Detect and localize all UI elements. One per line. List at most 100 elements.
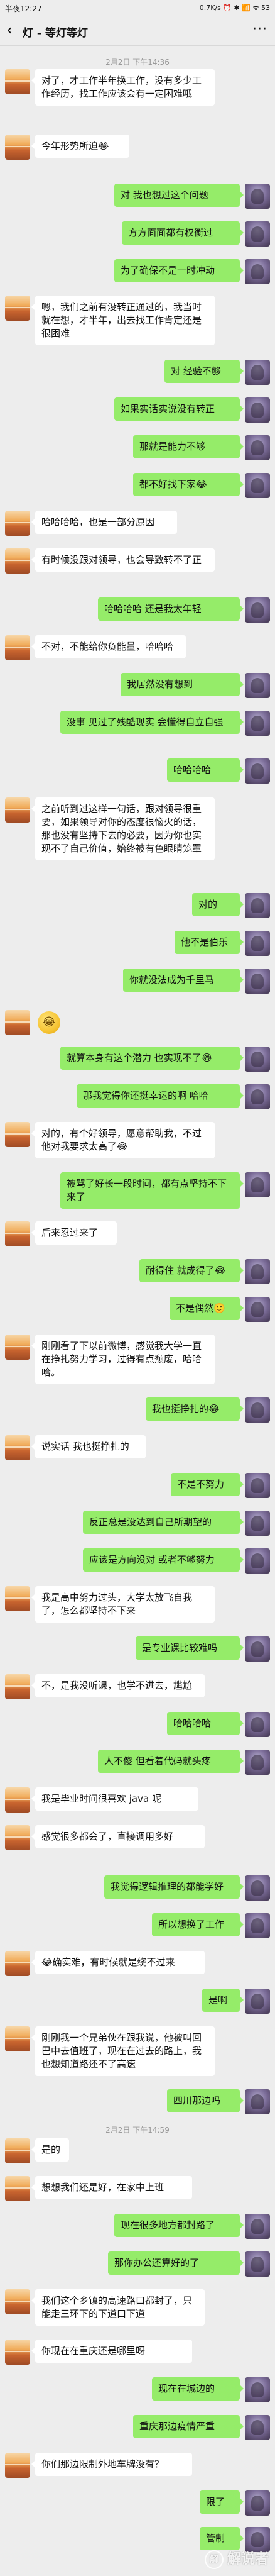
message-bubble[interactable]: 😂确实难，有时候就是绕不过来 [31, 1951, 205, 1974]
avatar[interactable] [245, 1172, 270, 1197]
message-bubble[interactable]: 哈哈哈哈 还是我太年轻 [98, 597, 244, 621]
message-bubble[interactable]: 对 经验不够 [164, 360, 244, 383]
avatar[interactable] [245, 2089, 270, 2114]
avatar[interactable] [245, 1913, 270, 1938]
avatar[interactable] [245, 1712, 270, 1737]
avatar[interactable] [245, 1397, 270, 1423]
avatar[interactable] [245, 473, 270, 498]
message-bubble[interactable]: 不是偶然🙂 [170, 1297, 244, 1320]
message-bubble[interactable]: 我觉得逻辑推理的都能学好 [104, 1875, 244, 1899]
avatar[interactable] [245, 2415, 270, 2440]
avatar[interactable] [245, 1875, 270, 1901]
emoji-sticker[interactable]: 😂 [38, 1011, 60, 1034]
message-bubble[interactable]: 被骂了好长一段时间，都有点坚持不下来了 [60, 1172, 244, 1209]
message-bubble[interactable]: 对 我也想过这个问题 [114, 184, 244, 207]
message-bubble[interactable]: 就算本身有这个潜力 也实现不了😂 [60, 1046, 244, 1070]
avatar[interactable] [245, 397, 270, 423]
message-bubble[interactable]: 今年形势所迫😂 [31, 135, 129, 158]
message-bubble[interactable]: 感觉很多都会了，直接调用多好 [31, 1825, 205, 1848]
message-bubble[interactable]: 你现在在重庆还是哪里呀 [31, 2340, 192, 2363]
avatar[interactable] [245, 2490, 270, 2516]
avatar[interactable] [245, 184, 270, 209]
message-bubble[interactable]: 是的 [31, 2138, 69, 2162]
message-bubble[interactable]: 对的，有个好领导，愿意帮助我，不过他对我要求太高了😂 [31, 1122, 215, 1158]
avatar[interactable] [245, 2377, 270, 2402]
avatar[interactable] [5, 1586, 30, 1611]
avatar[interactable] [245, 597, 270, 623]
avatar[interactable] [5, 548, 30, 574]
message-bubble[interactable]: 我居然没有想到 [121, 673, 244, 696]
message-bubble[interactable]: 哈哈哈哈 [167, 1712, 244, 1735]
message-bubble[interactable]: 之前听到过这样一句话，跟对领导很重要，如果领导对你的态度很恼火的话，那也没有坚持… [31, 797, 215, 860]
avatar[interactable] [245, 1511, 270, 1536]
avatar[interactable] [245, 1750, 270, 1775]
message-bubble[interactable]: 重庆那边疫情严重 [133, 2415, 244, 2438]
more-dots-icon[interactable]: ··· [252, 21, 267, 37]
message-bubble[interactable]: 有时候没跟对领导，也会导致转不了正 [31, 548, 215, 572]
avatar[interactable] [5, 1122, 30, 1147]
avatar[interactable] [5, 635, 30, 660]
avatar[interactable] [5, 1010, 30, 1035]
avatar[interactable] [5, 69, 30, 94]
avatar[interactable] [245, 2214, 270, 2239]
avatar[interactable] [245, 673, 270, 698]
message-bubble[interactable]: 是专业课比较难吗 [136, 1636, 244, 1660]
message-bubble[interactable]: 所以想换了工作 [152, 1913, 244, 1936]
avatar[interactable] [5, 1435, 30, 1460]
message-bubble[interactable]: 都不好找下家😂 [133, 473, 244, 496]
avatar[interactable] [5, 511, 30, 536]
chevron-left-icon[interactable]: ‹ [6, 21, 13, 39]
message-bubble[interactable]: 不，是我没听课，也学不进去，尴尬 [31, 1674, 205, 1697]
message-bubble[interactable]: 我是毕业时间很喜欢 java 呢 [31, 1787, 198, 1811]
avatar[interactable] [5, 1221, 30, 1246]
message-bubble[interactable]: 说实话 我也挺挣扎的 [31, 1435, 146, 1458]
avatar[interactable] [5, 2340, 30, 2365]
message-bubble[interactable]: 刚刚看了下以前微博，感觉我大学一直在挣扎努力学习，过得有点颓废，哈哈哈。 [31, 1335, 215, 1384]
avatar[interactable] [245, 2251, 270, 2277]
avatar[interactable] [5, 135, 30, 160]
avatar[interactable] [5, 2176, 30, 2201]
message-bubble[interactable]: 我是高中努力过头，大学太放飞自我了，怎么都坚持不下来 [31, 1586, 215, 1623]
message-bubble[interactable]: 没事 见过了残酷现实 会懂得自立自强 [60, 711, 244, 734]
avatar[interactable] [245, 1084, 270, 1109]
avatar[interactable] [5, 1951, 30, 1976]
avatar[interactable] [5, 2453, 30, 2478]
avatar[interactable] [5, 2138, 30, 2163]
message-bubble[interactable]: 那你办公还算好的了 [108, 2251, 244, 2275]
avatar[interactable] [245, 931, 270, 956]
avatar[interactable] [245, 259, 270, 284]
avatar[interactable] [245, 221, 270, 247]
message-bubble[interactable]: 那我觉得你还挺幸运的啊 哈哈 [77, 1084, 244, 1108]
message-bubble[interactable]: 嗯，我们之前有没转正通过的，我当时就在想，才半年，出去找工作肯定还是很困难 [31, 296, 215, 345]
message-bubble[interactable]: 刚刚我一个兄弟伙在跟我说，他被叫回巴中去值班了，现在在过去的路上，我也想知道路还… [31, 2026, 215, 2076]
message-bubble[interactable]: 对了，才工作半年换工作，没有多少工作经历，找工作应该会有一定困难哦 [31, 69, 215, 106]
message-bubble[interactable]: 后来忍过来了 [31, 1221, 117, 1245]
message-bubble[interactable]: 你们那边限制外地车牌没有？ [31, 2453, 192, 2476]
message-bubble[interactable]: 四川那边吗 [167, 2089, 244, 2112]
message-bubble[interactable]: 对的 [192, 893, 244, 916]
avatar[interactable] [245, 360, 270, 385]
avatar[interactable] [5, 1674, 30, 1699]
avatar[interactable] [245, 758, 270, 784]
avatar[interactable] [245, 435, 270, 460]
avatar[interactable] [245, 969, 270, 994]
avatar[interactable] [245, 1636, 270, 1662]
message-bubble[interactable]: 他不是伯乐 [175, 931, 244, 954]
avatar[interactable] [245, 893, 270, 918]
message-bubble[interactable]: 现在很多地方都封路了 [114, 2214, 244, 2237]
message-bubble[interactable]: 人不傻 但看着代码就头疼 [98, 1750, 244, 1773]
message-bubble[interactable]: 不对，不能给你负能量，哈哈哈 [31, 635, 186, 658]
avatar[interactable] [5, 2289, 30, 2314]
message-bubble[interactable]: 为了确保不是一时冲动 [114, 259, 244, 282]
message-bubble[interactable]: 是啊 [202, 1989, 244, 2012]
avatar[interactable] [245, 1297, 270, 1322]
message-bubble[interactable]: 想想我们还是好，在家中上班 [31, 2176, 192, 2199]
message-bubble[interactable]: 我也挺挣扎的😂 [146, 1397, 244, 1421]
message-bubble[interactable]: 哈哈哈哈 [167, 758, 244, 782]
message-bubble[interactable]: 限了 [200, 2490, 244, 2514]
avatar[interactable] [245, 1989, 270, 2014]
avatar[interactable] [245, 1473, 270, 1498]
message-bubble[interactable]: 现在在城边的 [152, 2377, 244, 2401]
message-bubble[interactable]: 如果实话实说没有转正 [114, 397, 244, 421]
message-bubble[interactable]: 那就是能力不够 [133, 435, 244, 458]
